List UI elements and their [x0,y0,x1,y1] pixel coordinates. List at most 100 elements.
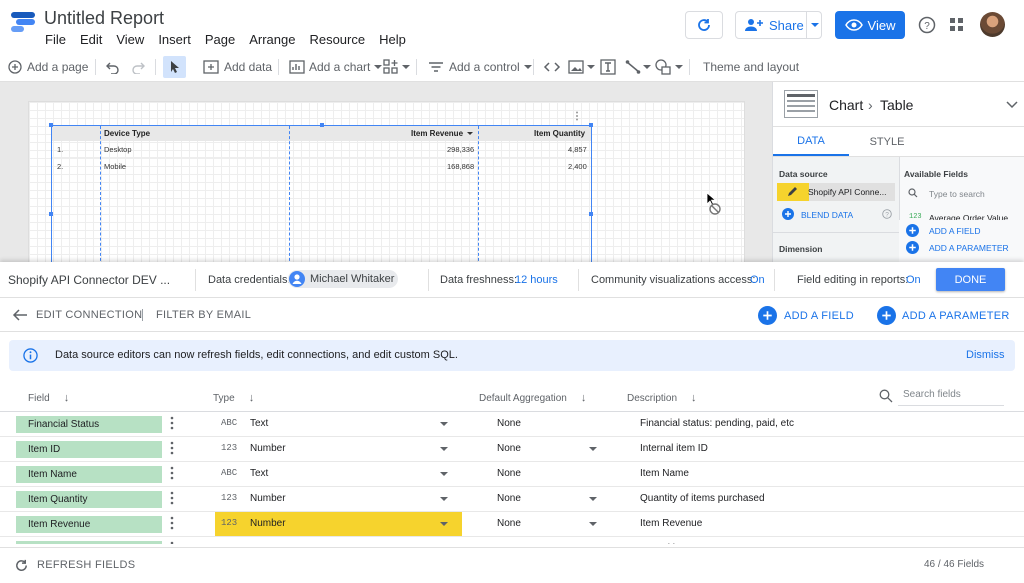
add-field-button[interactable]: ADD A FIELD [784,310,854,322]
line-icon[interactable] [625,59,641,75]
field-name-chip[interactable]: Item Title [16,541,162,544]
field-description[interactable]: Quantity of items purchased [640,493,765,504]
aggregation-value[interactable]: None [497,443,521,454]
type-selector[interactable]: ABC Text [215,462,462,486]
more-vert-icon[interactable] [170,466,174,480]
add-parameter-button[interactable]: ADD A PARAMETER [902,310,1010,322]
more-vert-icon[interactable] [170,516,174,530]
view-button[interactable]: View [835,11,905,39]
chevron-down-icon[interactable] [589,497,597,501]
edit-connection-link[interactable]: EDIT CONNECTION [36,309,142,321]
share-dropdown-icon[interactable] [811,23,819,27]
credentials-chip[interactable]: Michael Whitaker [288,270,398,288]
menu-arrange[interactable]: Arrange [249,32,295,47]
aggregation-value[interactable]: None [497,468,521,479]
done-button[interactable]: DONE [936,268,1005,291]
add-control-button[interactable]: Add a control [428,52,532,82]
aggregation-value[interactable]: None [497,418,521,429]
resize-handle[interactable] [589,212,593,216]
resize-handle[interactable] [320,123,324,127]
add-chart-button[interactable]: Add a chart [289,52,383,82]
more-vert-icon[interactable] [170,491,174,505]
aggregation-value[interactable]: None [497,543,521,544]
chevron-down-icon[interactable] [675,65,683,69]
looker-studio-logo[interactable] [11,9,35,33]
back-arrow-icon[interactable] [12,308,28,322]
field-editing-value[interactable]: On [906,274,921,286]
more-vert-icon[interactable] [170,541,174,544]
filter-by-email-link[interactable]: FILTER BY EMAIL [156,309,251,321]
community-viz-value[interactable]: On [750,274,765,286]
type-selector[interactable]: 123 Number [215,487,462,511]
field-name-chip[interactable]: Financial Status [16,416,162,433]
field-description[interactable]: Item Revenue [640,518,702,529]
resize-handle[interactable] [589,123,593,127]
chevron-down-icon[interactable] [587,65,595,69]
chevron-down-icon[interactable] [589,447,597,451]
menu-resource[interactable]: Resource [309,32,365,47]
menu-edit[interactable]: Edit [80,32,102,47]
field-name-chip[interactable]: Item Revenue [16,516,162,533]
field-description[interactable]: Item Title [640,543,681,544]
field-name-chip[interactable]: Item Name [16,466,162,483]
aggregation-value[interactable]: None [497,493,521,504]
more-vert-icon[interactable] [170,416,174,430]
tab-style[interactable]: STYLE [849,127,925,156]
account-avatar[interactable] [980,12,1005,37]
resize-handle[interactable] [49,123,53,127]
add-data-button[interactable]: Add data [203,52,272,82]
image-icon[interactable] [568,59,584,75]
menu-insert[interactable]: Insert [158,32,191,47]
refresh-data-button[interactable] [685,11,723,39]
add-parameter-circle-icon[interactable] [877,306,896,325]
tab-data[interactable]: DATA [773,127,849,156]
redo-icon[interactable] [131,60,145,74]
field-description[interactable]: Item Name [640,468,689,479]
table-header-quantity[interactable]: Item Quantity [534,129,585,138]
table-header-device[interactable]: Device Type [104,129,150,138]
help-icon[interactable]: ? [918,16,936,34]
add-parameter-icon[interactable] [906,241,919,254]
chevron-down-icon[interactable] [643,65,651,69]
type-selector[interactable]: ABC Text [215,412,462,436]
menu-help[interactable]: Help [379,32,406,47]
aggregation-value[interactable]: None [497,518,521,529]
edit-data-source-button[interactable] [777,183,809,201]
type-selector[interactable]: 123 Number [215,512,462,536]
breadcrumb-table[interactable]: Table [880,97,913,113]
data-source-selector[interactable]: Shopify API Conne... [777,183,895,201]
panel-add-field-link[interactable]: ADD A FIELD [929,226,981,236]
share-button[interactable]: Share [735,11,822,39]
data-source-title[interactable]: Shopify API Connector DEV ... [8,273,170,287]
field-name-chip[interactable]: Item ID [16,441,162,458]
text-box-icon[interactable] [600,59,616,75]
chart-more-icon[interactable] [575,111,579,121]
freshness-value[interactable]: 12 hours [515,274,558,286]
menu-page[interactable]: Page [205,32,235,47]
add-field-icon[interactable] [906,224,919,237]
field-name-chip[interactable]: Item Quantity [16,491,162,508]
shape-icon[interactable] [654,59,672,75]
menu-file[interactable]: File [45,32,66,47]
table-header-revenue[interactable]: Item Revenue [411,129,463,138]
code-embed-icon[interactable] [543,60,561,74]
undo-icon[interactable] [106,60,120,74]
report-table-chart[interactable]: Device Type Item Revenue Item Quantity 1… [49,123,593,266]
help-outline-icon[interactable]: ? [882,209,892,219]
more-vert-icon[interactable] [170,441,174,455]
add-field-circle-icon[interactable] [758,306,777,325]
type-selector[interactable]: 123 Number [215,437,462,461]
add-page-button[interactable]: Add a page [8,52,88,82]
report-title[interactable]: Untitled Report [44,8,164,29]
panel-add-parameter-link[interactable]: ADD A PARAMETER [929,243,1009,253]
field-search-input[interactable]: Type to search [929,189,985,199]
refresh-fields-button[interactable]: REFRESH FIELDS [37,559,135,571]
resize-handle[interactable] [49,212,53,216]
type-selector[interactable]: ABC Text [215,537,462,544]
field-description[interactable]: Internal item ID [640,443,708,454]
community-viz-button[interactable] [383,52,410,82]
field-description[interactable]: Financial status: pending, paid, etc [640,418,794,429]
breadcrumb-chart[interactable]: Chart [829,97,863,113]
blend-data-link[interactable]: BLEND DATA [801,210,853,220]
chevron-down-icon[interactable] [589,522,597,526]
